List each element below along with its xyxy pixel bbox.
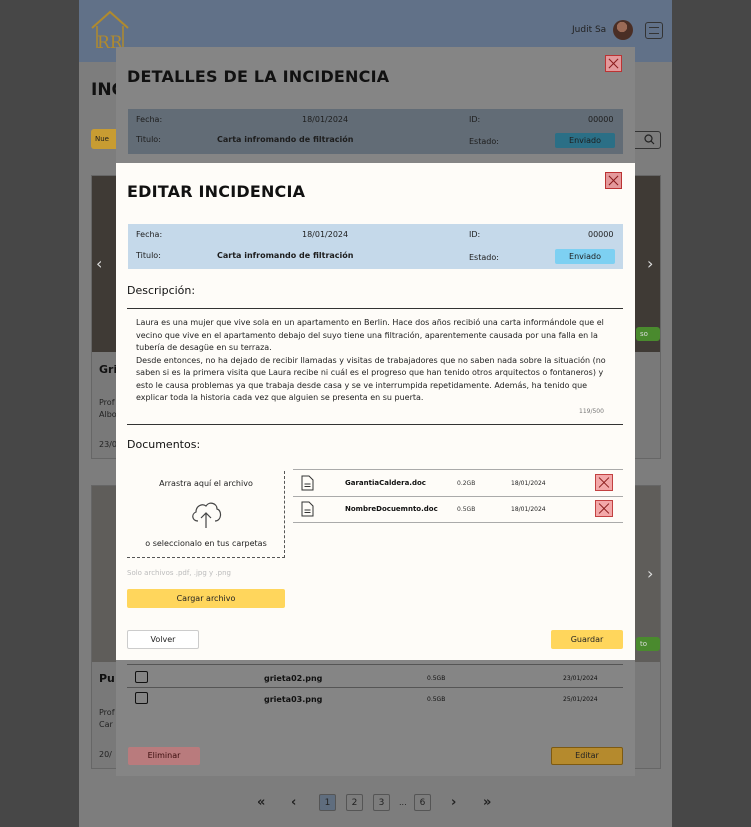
id-value: 00000 — [588, 115, 614, 124]
titulo-value: Carta infromando de filtración — [217, 135, 354, 144]
page-button[interactable]: 1 — [319, 794, 336, 811]
attachment-size: 0.5GB — [427, 675, 446, 682]
divider — [127, 664, 623, 665]
edit-modal: EDITAR INCIDENCIA Fecha: 18/01/2024 ID: … — [116, 163, 635, 660]
save-button[interactable]: Guardar — [551, 630, 623, 649]
description-paragraph: Desde entonces, no ha dejado de recibir … — [136, 355, 606, 403]
user-name[interactable]: Judit Sa — [572, 25, 606, 35]
status-badge: Enviado — [555, 133, 615, 148]
documents-label: Documentos: — [127, 438, 201, 451]
status-badge: to — [636, 637, 660, 651]
image-file-icon — [135, 692, 148, 704]
file-dropzone[interactable]: Arrastra aquí el archivo o seleccionalo … — [127, 471, 285, 558]
menu-icon[interactable] — [645, 22, 663, 39]
pagination-ellipsis: ... — [399, 798, 407, 807]
attachment-date: 25/01/2024 — [563, 696, 598, 703]
card-date: 23/0 — [99, 440, 117, 449]
back-button[interactable]: Volver — [127, 630, 199, 649]
last-page-icon[interactable]: » — [483, 794, 491, 811]
estado-label: Estado: — [469, 137, 499, 146]
status-badge: so — [636, 327, 660, 341]
id-label: ID: — [469, 115, 481, 124]
prev-page-icon[interactable]: ‹ — [291, 794, 296, 811]
description-textarea[interactable]: Laura es una mujer que vive sola en un a… — [136, 317, 614, 405]
chevron-left-icon[interactable]: ‹ — [96, 254, 102, 273]
cloud-upload-icon — [192, 502, 222, 528]
attachment-name: grieta03.png — [264, 695, 323, 704]
details-title: DETALLES DE LA INCIDENCIA — [127, 67, 390, 86]
id-value: 00000 — [588, 230, 614, 239]
document-date: 18/01/2024 — [511, 480, 546, 487]
edit-info-panel: Fecha: 18/01/2024 ID: 00000 Titulo: Cart… — [128, 224, 623, 269]
card-title: Gri — [99, 363, 118, 376]
edit-button[interactable]: Editar — [551, 747, 623, 765]
divider — [127, 308, 623, 309]
document-icon — [301, 501, 314, 517]
document-row[interactable]: NombreDocuemnto.doc 0.5GB 18/01/2024 — [293, 496, 623, 523]
home-logo-icon[interactable]: RR — [89, 8, 131, 52]
attachment-name: grieta02.png — [264, 674, 323, 683]
card-title: Pu — [99, 672, 115, 685]
card-line: Prof — [99, 708, 115, 717]
page-button[interactable]: 3 — [373, 794, 390, 811]
titulo-label: Titulo: — [136, 251, 161, 260]
divider — [127, 424, 623, 425]
chevron-right-icon[interactable]: › — [647, 254, 653, 273]
first-page-icon[interactable]: « — [257, 794, 265, 811]
attachment-date: 23/01/2024 — [563, 675, 598, 682]
new-incident-button[interactable]: Nue — [91, 129, 119, 149]
card-line: Albo — [99, 410, 117, 419]
close-icon[interactable] — [605, 55, 622, 72]
chevron-right-icon[interactable]: › — [647, 564, 653, 583]
description-paragraph: Laura es una mujer que vive sola en un a… — [136, 318, 604, 352]
document-date: 18/01/2024 — [511, 506, 546, 513]
page-button[interactable]: 6 — [414, 794, 431, 811]
close-icon[interactable] — [605, 172, 622, 189]
fecha-value: 18/01/2024 — [302, 230, 349, 239]
status-badge-label: so — [640, 330, 648, 338]
document-name: NombreDocuemnto.doc — [345, 505, 438, 513]
id-label: ID: — [469, 230, 481, 239]
char-counter: 119/500 — [579, 408, 604, 415]
delete-document-icon[interactable] — [595, 474, 613, 491]
file-hint: Solo archivos .pdf, .jpg y .png — [127, 569, 231, 577]
drop-text: Arrastra aquí el archivo — [159, 479, 253, 488]
pagination: « ‹ 1 2 3 ... 6 › » — [79, 794, 672, 814]
fecha-label: Fecha: — [136, 115, 163, 124]
titulo-label: Titulo: — [136, 135, 161, 144]
card-line: Prof — [99, 398, 115, 407]
next-page-icon[interactable]: › — [451, 794, 456, 811]
estado-label: Estado: — [469, 253, 499, 262]
status-badge: Enviado — [555, 249, 615, 264]
avatar[interactable] — [613, 20, 633, 40]
search-icon[interactable] — [644, 134, 655, 145]
attachment-size: 0.5GB — [427, 696, 446, 703]
fecha-value: 18/01/2024 — [302, 115, 349, 124]
delete-button[interactable]: Eliminar — [128, 747, 200, 765]
document-size: 0.2GB — [457, 480, 476, 487]
new-button-label: Nue — [95, 135, 109, 143]
delete-document-icon[interactable] — [595, 500, 613, 517]
document-icon — [301, 475, 314, 491]
fecha-label: Fecha: — [136, 230, 163, 239]
card-line: Car — [99, 720, 113, 729]
edit-title: EDITAR INCIDENCIA — [127, 182, 306, 201]
upload-button[interactable]: Cargar archivo — [127, 589, 285, 608]
description-label: Descripción: — [127, 284, 196, 297]
details-info-panel: Fecha: 18/01/2024 ID: 00000 Titulo: Cart… — [128, 109, 623, 154]
image-file-icon — [135, 671, 148, 683]
page-button[interactable]: 2 — [346, 794, 363, 811]
card-date: 20/ — [99, 750, 112, 759]
document-size: 0.5GB — [457, 506, 476, 513]
divider — [127, 687, 623, 688]
document-row[interactable]: GarantiaCaldera.doc 0.2GB 18/01/2024 — [293, 469, 623, 497]
document-name: GarantiaCaldera.doc — [345, 479, 426, 487]
status-badge-label: to — [640, 640, 648, 648]
titulo-value: Carta infromando de filtración — [217, 251, 354, 260]
drop-text: o seleccionalo en tus carpetas — [145, 539, 267, 548]
